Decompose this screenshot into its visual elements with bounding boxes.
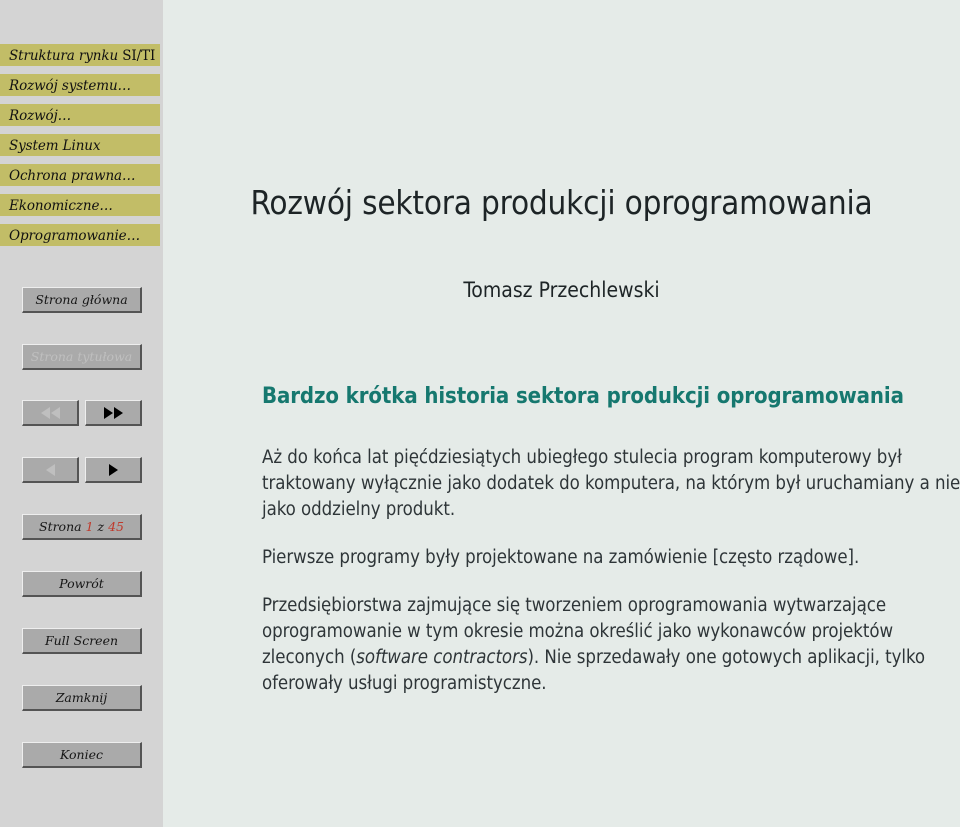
sidebar-section-ekonomiczne[interactable]: Ekonomiczne… bbox=[0, 194, 160, 216]
double-arrow-right-icon bbox=[103, 406, 123, 419]
sidebar-section-rozwoj[interactable]: Rozwój… bbox=[0, 104, 160, 126]
body-text-emphasis: software contractors bbox=[356, 647, 528, 668]
page-counter-total: 45 bbox=[108, 519, 124, 534]
slide-author: Tomasz Przechlewski bbox=[463, 278, 660, 302]
close-button-label: Zamknij bbox=[55, 690, 108, 705]
body-paragraph: Pierwsze programy były projektowane na z… bbox=[262, 547, 860, 568]
home-page-button-label: Strona główna bbox=[35, 292, 128, 307]
slide-body: Aż do końca lat pięćdziesiątych ubiegłeg… bbox=[262, 445, 960, 719]
sidebar-section-oprogramowanie[interactable]: Oprogramowanie… bbox=[0, 224, 160, 246]
section-heading: Bardzo krótka historia sektora produkcji… bbox=[262, 384, 904, 409]
back-button-label: Powrót bbox=[59, 576, 104, 591]
sidebar-section-label: Ekonomiczne… bbox=[9, 198, 113, 214]
body-paragraph: Aż do końca lat pięćdziesiątych ubiegłeg… bbox=[262, 447, 960, 520]
quit-button-label: Koniec bbox=[60, 747, 103, 762]
sidebar-section-label: System Linux bbox=[9, 138, 101, 154]
next-page-button[interactable] bbox=[85, 457, 142, 483]
page-counter[interactable]: Strona 1 z 45 bbox=[22, 514, 142, 540]
back-button[interactable]: Powrót bbox=[22, 571, 142, 597]
first-page-button[interactable] bbox=[22, 400, 79, 426]
full-screen-button[interactable]: Full Screen bbox=[22, 628, 142, 654]
sidebar-section-label: Ochrona prawna… bbox=[9, 168, 136, 184]
sidebar-section-system-linux[interactable]: System Linux bbox=[0, 134, 160, 156]
double-arrow-left-icon bbox=[40, 406, 60, 419]
slide-title: Rozwój sektora produkcji oprogramowania bbox=[250, 183, 873, 222]
quit-button[interactable]: Koniec bbox=[22, 742, 142, 768]
full-screen-button-label: Full Screen bbox=[44, 633, 119, 648]
close-button[interactable]: Zamknij bbox=[22, 685, 142, 711]
sidebar-section-label: Rozwój… bbox=[9, 108, 72, 124]
previous-page-button[interactable] bbox=[22, 457, 79, 483]
arrow-left-icon bbox=[45, 463, 55, 476]
title-page-button-label: Strona tytułowa bbox=[30, 349, 133, 364]
sidebar-section-label: Oprogramowanie… bbox=[9, 228, 140, 244]
body-paragraph: Przedsiębiorstwa zajmujące się tworzenie… bbox=[262, 593, 960, 697]
last-page-button[interactable] bbox=[85, 400, 142, 426]
section-menu: Struktura rynku SI/TI Rozwój systemu… Ro… bbox=[0, 44, 160, 254]
title-page-button[interactable]: Strona tytułowa bbox=[22, 344, 142, 370]
arrow-right-icon bbox=[108, 463, 118, 476]
slide-content-area: Rozwój sektora produkcji oprogramowania … bbox=[163, 0, 960, 827]
home-page-button[interactable]: Strona główna bbox=[22, 287, 142, 313]
sidebar-section-label: Struktura rynku SI/TI bbox=[9, 48, 156, 64]
sidebar-section-rozwoj-systemu[interactable]: Rozwój systemu… bbox=[0, 74, 160, 96]
presentation-viewer: Struktura rynku SI/TI Rozwój systemu… Ro… bbox=[0, 0, 960, 827]
sidebar-section-struktura-rynku[interactable]: Struktura rynku SI/TI bbox=[0, 44, 160, 66]
page-counter-current: 1 bbox=[85, 519, 94, 534]
page-counter-label: Strona 1 z 45 bbox=[39, 519, 124, 534]
sidebar-section-ochrona-prawna[interactable]: Ochrona prawna… bbox=[0, 164, 160, 186]
sidebar-section-label: Rozwój systemu… bbox=[9, 78, 131, 94]
navigation-sidebar: Struktura rynku SI/TI Rozwój systemu… Ro… bbox=[0, 0, 163, 827]
